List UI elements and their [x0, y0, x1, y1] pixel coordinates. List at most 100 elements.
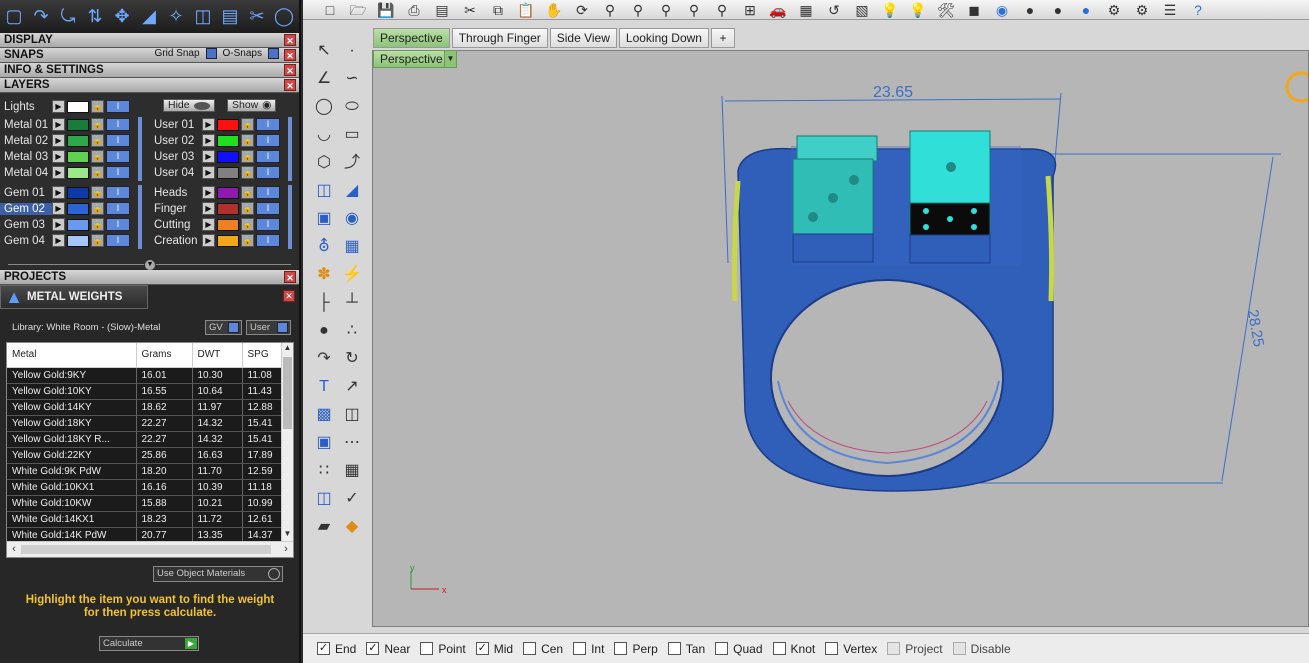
undo-view-icon[interactable]: ↺ [823, 1, 845, 19]
osnap-point[interactable]: Point [420, 642, 466, 656]
close-icon[interactable]: ✕ [283, 290, 295, 302]
lock-icon[interactable]: 🔒 [91, 118, 104, 131]
print-icon[interactable]: ⎙ [403, 1, 425, 19]
layer-expand-icon[interactable]: ▶ [202, 202, 215, 215]
layer-color-swatch[interactable] [67, 100, 89, 113]
layer-row[interactable]: Lights ▶ 🔒 I [0, 99, 130, 114]
layer-row[interactable]: Gem 04 ▶ 🔒 I [0, 233, 130, 248]
trim-icon[interactable]: ├ [311, 290, 337, 316]
osnaps-toggle[interactable] [268, 48, 279, 59]
visibility-toggle[interactable]: I [106, 202, 130, 215]
osnaps-label[interactable]: O-Snaps [223, 48, 262, 59]
layer-expand-icon[interactable]: ▶ [52, 234, 65, 247]
lock-icon[interactable]: 🔒 [241, 150, 254, 163]
projects-section-header[interactable]: PROJECTS ✕ [0, 270, 299, 285]
show-button[interactable]: Show ◉ [227, 99, 277, 112]
info-section-header[interactable]: INFO & SETTINGS ✕ [0, 63, 299, 78]
table-row[interactable]: Yellow Gold:10KY 16.55 10.64 11.43 [7, 383, 284, 400]
text-tool-icon[interactable]: T [311, 374, 337, 400]
layer-color-swatch[interactable] [217, 134, 239, 147]
layers-icon[interactable]: ▧ [851, 1, 873, 19]
box-edit-icon[interactable]: ▣ [311, 430, 337, 456]
layer-expand-icon[interactable]: ▶ [52, 166, 65, 179]
table-row[interactable]: Yellow Gold:22KY 25.86 16.63 17.89 [7, 447, 284, 464]
osnap-int[interactable]: Int [573, 642, 604, 656]
checkbox[interactable]: ✓ [475, 642, 489, 655]
polyline-icon[interactable]: ∠ [311, 66, 337, 92]
lock-icon[interactable]: 🔒 [91, 134, 104, 147]
checkbox[interactable] [614, 642, 628, 655]
osnap-near[interactable]: ✓ Near [366, 642, 410, 656]
close-icon[interactable]: ✕ [284, 64, 296, 76]
settings-icon[interactable]: ⚙ [1103, 1, 1125, 19]
zoom-selected-icon[interactable]: ⚲ [683, 1, 705, 19]
table-row[interactable]: Yellow Gold:14KY 18.62 11.97 12.88 [7, 399, 284, 416]
select-arrow-icon[interactable]: ↖ [311, 38, 337, 64]
sphere-icon[interactable]: ● [1019, 1, 1041, 19]
render-sphere-icon[interactable]: ● [1075, 1, 1097, 19]
layer-row[interactable]: User 01 ▶ 🔒 I [150, 117, 280, 132]
layer-color-swatch[interactable] [67, 218, 89, 231]
lock-icon[interactable]: 🔒 [91, 100, 104, 113]
render-box-icon[interactable]: ▰ [311, 514, 337, 540]
list-icon[interactable]: ☰ [1159, 1, 1181, 19]
layer-color-swatch[interactable] [67, 234, 89, 247]
right-die[interactable] [909, 130, 991, 264]
layer-name[interactable]: Gem 02 [0, 202, 52, 215]
lock-icon[interactable]: 🔒 [91, 218, 104, 231]
layer-name[interactable]: Metal 04 [0, 167, 52, 179]
osnap-mid[interactable]: ✓ Mid [475, 642, 513, 656]
lock-icon[interactable]: 🔒 [241, 234, 254, 247]
osnap-project[interactable]: Project [887, 642, 943, 656]
offset-icon[interactable]: ↷ [311, 346, 337, 372]
cylinder-icon[interactable]: ⛢ [311, 234, 337, 260]
car-icon[interactable]: 🚗 [767, 1, 789, 19]
visibility-toggle[interactable]: I [256, 150, 280, 163]
hscroll-thumb[interactable] [21, 545, 271, 554]
layer-expand-icon[interactable]: ▶ [52, 218, 65, 231]
scroll-down-icon[interactable]: ▼ [282, 529, 293, 541]
point-icon[interactable]: · [339, 38, 365, 64]
snaps-section-header[interactable]: SNAPS Grid Snap O-Snaps ✕ [0, 48, 299, 63]
rotate-icon[interactable]: ⤿ [56, 4, 80, 30]
visibility-toggle[interactable]: I [106, 166, 130, 179]
layer-row[interactable]: Metal 02 ▶ 🔒 I [0, 133, 130, 148]
checkbox[interactable] [772, 642, 786, 655]
osnap-quad[interactable]: Quad [715, 642, 763, 656]
layer-name[interactable]: Lights [0, 101, 52, 113]
checkbox[interactable] [667, 642, 681, 655]
move-icon[interactable]: ⇅ [83, 4, 107, 30]
layer-row[interactable]: Cutting ▶ 🔒 I [150, 217, 280, 232]
close-icon[interactable]: ✕ [284, 271, 296, 283]
scroll-thumb[interactable] [283, 357, 292, 429]
layer-row[interactable]: User 02 ▶ 🔒 I [150, 133, 280, 148]
left-die[interactable] [792, 135, 878, 263]
layer-expand-icon[interactable]: ▶ [202, 150, 215, 163]
layer-expand-icon[interactable]: ▶ [202, 218, 215, 231]
perspective-viewport[interactable]: 23.65 28.25 y x [372, 50, 1309, 627]
layer-name[interactable]: Heads [150, 187, 202, 199]
surface-tool-icon[interactable]: ◫ [311, 178, 337, 204]
layer-color-swatch[interactable] [217, 186, 239, 199]
dimension-icon[interactable]: ⋯ [339, 430, 365, 456]
properties-icon[interactable]: ▤ [431, 1, 453, 19]
visibility-toggle[interactable]: I [256, 186, 280, 199]
checkbox[interactable]: ✓ [366, 642, 380, 655]
checkbox[interactable]: ✓ [317, 642, 330, 655]
layer-color-swatch[interactable] [217, 202, 239, 215]
save-icon[interactable]: 💾 [375, 1, 397, 19]
layer-expand-icon[interactable]: ▶ [202, 234, 215, 247]
visibility-toggle[interactable]: I [106, 234, 130, 247]
column-header[interactable]: Grams [136, 343, 193, 368]
layer-name[interactable]: Cutting [150, 219, 202, 231]
rotate-view-icon[interactable]: ⟳ [571, 1, 593, 19]
zoom-extents-icon[interactable]: ⚲ [655, 1, 677, 19]
column-header[interactable]: Metal [7, 343, 137, 368]
scroll-left-icon[interactable]: ‹ [8, 543, 20, 555]
lock-icon[interactable]: 🔒 [241, 186, 254, 199]
tool-icon[interactable]: 🛠 [935, 1, 957, 19]
layer-row[interactable]: Gem 01 ▶ 🔒 I [0, 185, 130, 200]
visibility-toggle[interactable]: I [106, 150, 130, 163]
layer-expand-icon[interactable]: ▶ [52, 118, 65, 131]
tab-side-view[interactable]: Side View [549, 28, 617, 48]
